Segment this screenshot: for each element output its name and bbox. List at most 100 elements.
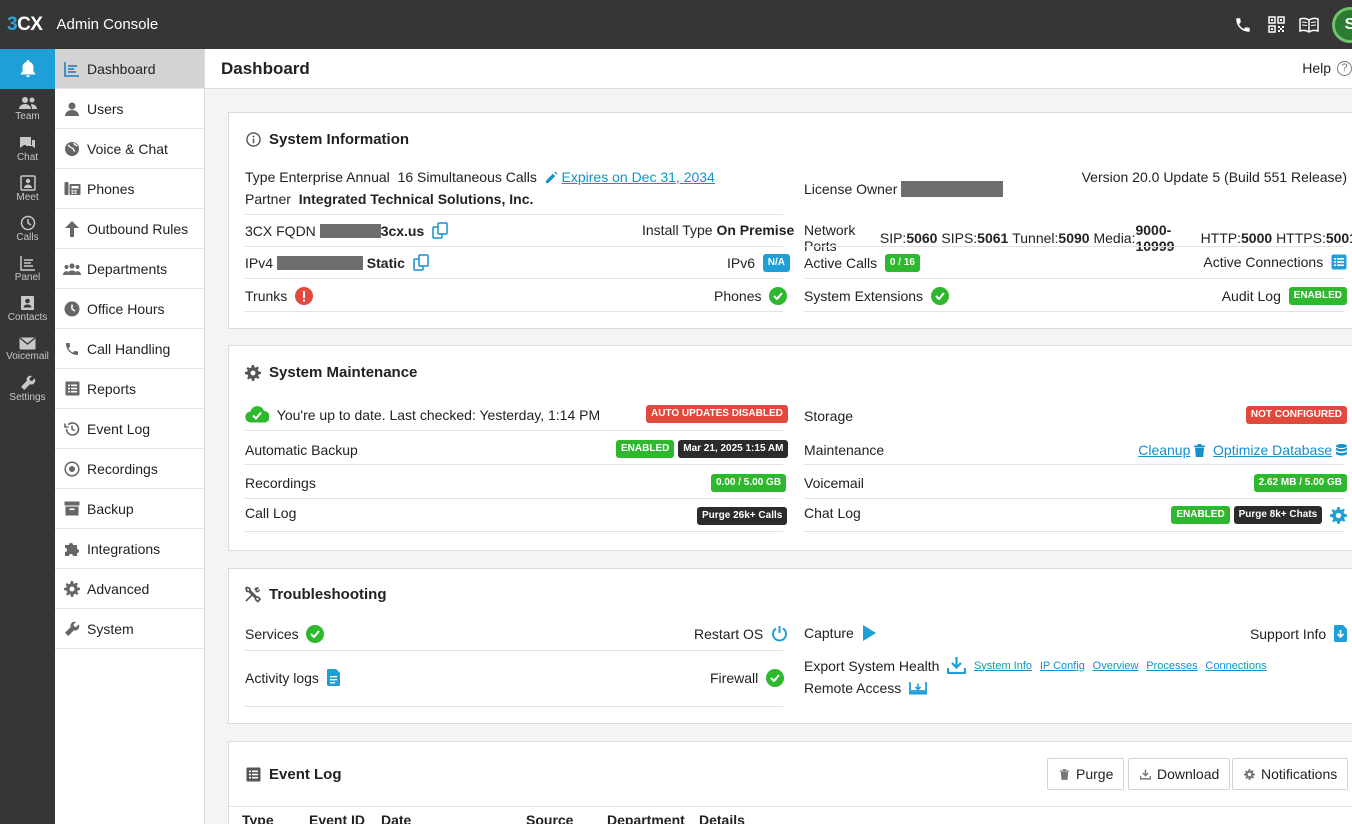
error-icon bbox=[295, 287, 314, 305]
storage-status: NOT CONFIGURED bbox=[1245, 406, 1347, 424]
column-header-source[interactable]: Source bbox=[526, 812, 573, 824]
rail-meet[interactable]: Meet bbox=[0, 169, 55, 209]
main-content: Dashboard Help? System Information Type … bbox=[205, 49, 1352, 824]
rail-calls[interactable]: Calls bbox=[0, 209, 55, 249]
power-icon[interactable] bbox=[771, 625, 788, 642]
user-avatar[interactable]: S bbox=[1332, 6, 1352, 43]
trash-icon bbox=[1058, 768, 1070, 780]
sidebar-item-voice-chat[interactable]: Voice & Chat bbox=[55, 129, 204, 169]
list-icon[interactable] bbox=[1331, 254, 1347, 270]
column-header-type[interactable]: Type bbox=[242, 812, 274, 824]
maintenance-actions: Cleanup Optimize Database bbox=[1138, 442, 1347, 458]
download-button[interactable]: Download bbox=[1128, 758, 1231, 790]
rail-settings[interactable]: Settings bbox=[0, 369, 55, 409]
contacts-icon bbox=[21, 296, 34, 310]
copy-icon[interactable] bbox=[412, 254, 430, 271]
port-value: 5001 bbox=[1325, 230, 1352, 246]
activity-logs-row[interactable]: Activity logs bbox=[245, 669, 340, 686]
active-calls-label: Active Calls bbox=[804, 255, 878, 271]
auto-updates-badge[interactable]: AUTO UPDATES DISABLED bbox=[646, 405, 788, 423]
remote-access-icon[interactable] bbox=[909, 681, 928, 695]
calls-value: 16 Simultaneous Calls bbox=[397, 169, 537, 185]
history-icon bbox=[63, 420, 81, 438]
partner-label: Partner bbox=[245, 191, 291, 207]
support-info-row[interactable]: Support Info bbox=[1250, 625, 1347, 642]
sidebar-item-dashboard[interactable]: Dashboard bbox=[55, 49, 204, 89]
storage-badge[interactable]: NOT CONFIGURED bbox=[1245, 406, 1347, 424]
remote-access-row[interactable]: Remote Access bbox=[804, 680, 928, 696]
page-header: Dashboard Help? bbox=[205, 49, 1352, 89]
qr-code-icon[interactable] bbox=[1265, 14, 1287, 36]
sidebar-item-users[interactable]: Users bbox=[55, 89, 204, 129]
sidebar-item-integrations[interactable]: Integrations bbox=[55, 529, 204, 569]
sidebar-item-outbound-rules[interactable]: Outbound Rules bbox=[55, 209, 204, 249]
update-status-text: You're up to date. Last checked: Yesterd… bbox=[276, 406, 601, 423]
cleanup-link[interactable]: Cleanup bbox=[1138, 442, 1190, 458]
notifications-button[interactable]: Notifications bbox=[1232, 758, 1349, 790]
app-logo[interactable]: 3CX bbox=[7, 14, 43, 36]
purge-chats-button[interactable]: Purge 8k+ Chats bbox=[1233, 506, 1323, 524]
purge-button[interactable]: Purge bbox=[1047, 758, 1125, 790]
sidebar-item-recordings[interactable]: Recordings bbox=[55, 449, 204, 489]
document-icon[interactable] bbox=[326, 669, 340, 686]
restart-os-row[interactable]: Restart OS bbox=[694, 625, 788, 642]
trash-icon[interactable] bbox=[1194, 443, 1206, 457]
rail-chat[interactable]: Chat bbox=[0, 129, 55, 169]
help-link[interactable]: Help? bbox=[1302, 60, 1352, 76]
expires-link[interactable]: Expires on Dec 31, 2034 bbox=[562, 169, 715, 185]
capture-row[interactable]: Capture bbox=[804, 625, 876, 641]
purge-calls-button[interactable]: Purge 26k+ Calls bbox=[697, 507, 788, 525]
ip-config-link[interactable]: IP Config bbox=[1040, 660, 1085, 672]
phone-icon[interactable] bbox=[1232, 14, 1254, 36]
troubleshooting-card: Troubleshooting Services Restart OS Capt… bbox=[228, 568, 1352, 724]
capture-label: Capture bbox=[804, 625, 854, 641]
active-connections-row[interactable]: Active Connections bbox=[1203, 254, 1347, 270]
download-icon bbox=[1139, 768, 1151, 780]
sidebar-item-reports[interactable]: Reports bbox=[55, 369, 204, 409]
column-header-event-id[interactable]: Event ID bbox=[309, 812, 365, 824]
gear-icon[interactable] bbox=[1330, 506, 1347, 524]
check-icon bbox=[930, 287, 949, 305]
install-type-value: On Premise bbox=[716, 222, 795, 238]
book-icon[interactable] bbox=[1298, 14, 1320, 36]
sidebar-item-system[interactable]: System bbox=[55, 609, 204, 649]
column-header-details[interactable]: Details bbox=[699, 812, 745, 824]
sidebar-item-call-handling[interactable]: Call Handling bbox=[55, 329, 204, 369]
connections-link[interactable]: Connections bbox=[1205, 660, 1266, 672]
copy-icon[interactable] bbox=[432, 222, 449, 239]
pencil-icon[interactable] bbox=[545, 170, 558, 184]
audit-log-label: Audit Log bbox=[1221, 288, 1281, 304]
column-header-date[interactable]: Date bbox=[381, 812, 411, 824]
sidebar-item-phones[interactable]: Phones bbox=[55, 169, 204, 209]
voicemail-label: Voicemail bbox=[804, 475, 864, 491]
rail-panel[interactable]: Panel bbox=[0, 249, 55, 289]
call-history-icon bbox=[20, 215, 35, 231]
play-icon[interactable] bbox=[862, 625, 876, 641]
sidebar-item-office-hours[interactable]: Office Hours bbox=[55, 289, 204, 329]
rail-contacts[interactable]: Contacts bbox=[0, 289, 55, 329]
sidebar-item-label: Departments bbox=[87, 260, 168, 277]
download-icon[interactable] bbox=[947, 657, 967, 674]
rail-notifications[interactable] bbox=[0, 49, 55, 89]
overview-link[interactable]: Overview bbox=[1093, 660, 1139, 672]
chat-log-actions: ENABLED Purge 8k+ Chats bbox=[1171, 506, 1347, 524]
sidebar-item-event-log[interactable]: Event Log bbox=[55, 409, 204, 449]
sidebar-item-advanced[interactable]: Advanced bbox=[55, 569, 204, 609]
sidebar-item-departments[interactable]: Departments bbox=[55, 249, 204, 289]
type-value: Enterprise Annual bbox=[279, 169, 390, 185]
column-header-department[interactable]: Department bbox=[607, 812, 685, 824]
rail-voicemail[interactable]: Voicemail bbox=[0, 329, 55, 369]
card-title: Event Log bbox=[245, 766, 342, 783]
database-icon[interactable] bbox=[1336, 443, 1347, 457]
call-log-row: Call Log bbox=[245, 505, 296, 521]
check-icon bbox=[769, 287, 788, 305]
optimize-database-link[interactable]: Optimize Database bbox=[1213, 442, 1332, 458]
rail-team[interactable]: Team bbox=[0, 89, 55, 129]
ipv4-row: IPv4 Static bbox=[245, 254, 430, 271]
processes-link[interactable]: Processes bbox=[1146, 660, 1197, 672]
sidebar-item-backup[interactable]: Backup bbox=[55, 489, 204, 529]
file-download-icon[interactable] bbox=[1334, 625, 1347, 642]
sidebar-item-label: Voice & Chat bbox=[87, 140, 168, 157]
system-info-link[interactable]: System Info bbox=[974, 660, 1032, 672]
backup-date-badge: Mar 21, 2025 1:15 AM bbox=[678, 440, 789, 458]
